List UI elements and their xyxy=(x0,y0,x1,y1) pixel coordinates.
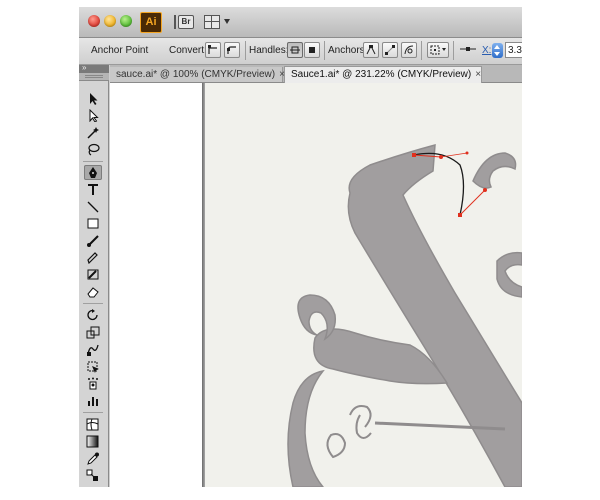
gradient-tool-icon[interactable] xyxy=(84,434,102,449)
sketch-artwork xyxy=(287,144,522,487)
tab-sauce1-ai[interactable]: Sauce1.ai* @ 231.22% (CMYK/Preview) × xyxy=(284,66,482,83)
tab-sauce-ai[interactable]: sauce.ai* @ 100% (CMYK/Preview) × xyxy=(110,67,285,82)
rectangle-tool-icon[interactable] xyxy=(84,216,102,231)
align-anchor-button[interactable] xyxy=(458,42,478,58)
x-coordinate-label: X: xyxy=(482,45,492,56)
inner-curl xyxy=(355,414,372,439)
connect-anchors-button[interactable] xyxy=(382,42,398,58)
app-logo: Ai xyxy=(140,12,162,33)
scale-tool-icon[interactable] xyxy=(84,325,102,340)
direction-handle xyxy=(483,188,487,192)
bottom-swirl xyxy=(349,405,372,428)
upper-curl xyxy=(472,152,517,189)
arrange-documents-button[interactable] xyxy=(204,13,236,30)
divider xyxy=(453,41,454,60)
toolpanel-header[interactable]: » xyxy=(79,63,109,73)
divider xyxy=(83,303,103,304)
anchors-label: Anchors: xyxy=(328,45,368,56)
convert-corner-icon xyxy=(208,45,217,54)
collapse-panel-icon[interactable]: » xyxy=(82,63,87,72)
lower-bowl xyxy=(287,369,325,487)
arrange-documents-icon xyxy=(204,15,220,29)
artwork-canvas[interactable] xyxy=(205,83,522,487)
document-canvas[interactable] xyxy=(110,83,522,487)
type-tool-icon[interactable] xyxy=(84,182,102,197)
anchor-point xyxy=(412,153,416,157)
hide-handles-icon xyxy=(309,47,315,53)
magic-wand-tool-icon[interactable] xyxy=(84,125,102,140)
free-transform-tool-icon[interactable] xyxy=(84,359,102,374)
hide-handles-button[interactable] xyxy=(304,42,320,58)
anchor-point xyxy=(458,213,462,217)
mesh-tool-icon[interactable] xyxy=(84,417,102,432)
pen-tool-icon[interactable] xyxy=(84,165,102,180)
eraser-tool-icon[interactable] xyxy=(84,284,102,299)
convert-smooth-icon xyxy=(227,46,236,54)
handles-label: Handles: xyxy=(249,45,289,56)
convert-to-corner-button[interactable] xyxy=(205,42,221,58)
line-segment-tool-icon[interactable] xyxy=(84,199,102,214)
close-icon[interactable]: × xyxy=(475,69,481,80)
paintbrush-tool-icon[interactable] xyxy=(84,233,102,248)
show-handles-icon xyxy=(290,46,300,54)
anchor-select-dropdown[interactable] xyxy=(427,42,449,58)
connect-anchors-icon xyxy=(385,45,395,55)
divider xyxy=(83,412,103,413)
tool-name-label: Anchor Point xyxy=(91,45,149,56)
symbol-sprayer-tool-icon[interactable] xyxy=(84,376,102,391)
remove-anchor-button[interactable] xyxy=(363,42,379,58)
cut-path-button[interactable] xyxy=(401,42,417,58)
ampersand-main-stroke xyxy=(347,144,522,487)
divider xyxy=(245,41,246,60)
illustrator-window: Ai Br Anchor Point Convert: Handles: Anc… xyxy=(79,7,522,487)
artboard[interactable] xyxy=(205,83,522,487)
rotate-tool-icon[interactable] xyxy=(84,308,102,323)
document-tab-bar: sauce.ai* @ 100% (CMYK/Preview) × Sauce1.… xyxy=(110,65,522,83)
bottom-swirl-2 xyxy=(326,433,347,459)
align-anchor-icon xyxy=(460,47,476,51)
x-coordinate-input[interactable]: 3.37 xyxy=(505,42,522,58)
title-bar: Ai Br xyxy=(79,7,522,38)
bridge-icon: Br xyxy=(178,15,194,29)
right-curl xyxy=(496,251,522,298)
tab-label: sauce.ai* @ 100% (CMYK/Preview) xyxy=(116,69,276,80)
convert-label: Convert: xyxy=(169,45,207,56)
chevron-down-icon xyxy=(224,19,230,24)
toolpanel-grip[interactable] xyxy=(79,73,109,81)
show-handles-button[interactable] xyxy=(287,42,303,58)
minimize-icon[interactable] xyxy=(104,15,116,27)
x-stepper-icon[interactable] xyxy=(492,43,503,58)
direct-selection-tool-icon[interactable] xyxy=(84,108,102,123)
close-icon[interactable] xyxy=(88,15,100,27)
divider xyxy=(324,41,325,60)
tab-label: Sauce1.ai* @ 231.22% (CMYK/Preview) xyxy=(291,69,472,80)
divider xyxy=(83,161,103,162)
eyedropper-tool-icon[interactable] xyxy=(84,451,102,466)
control-bar: Anchor Point Convert: Handles: Anchors: xyxy=(79,38,522,65)
tools-panel xyxy=(79,81,109,487)
anchor-select-icon xyxy=(430,45,446,55)
cut-path-icon xyxy=(404,45,414,55)
divider xyxy=(421,41,422,60)
blend-tool-icon[interactable] xyxy=(84,468,102,483)
pasteboard[interactable] xyxy=(110,83,202,487)
lasso-tool-icon[interactable] xyxy=(84,142,102,157)
selection-tool-icon[interactable] xyxy=(84,91,102,106)
zoom-icon[interactable] xyxy=(120,15,132,27)
warp-tool-icon[interactable] xyxy=(84,342,102,357)
remove-anchor-icon xyxy=(366,45,376,55)
bridge-button[interactable]: Br xyxy=(174,13,194,30)
blob-brush-tool-icon[interactable] xyxy=(84,267,102,282)
bridge-bar-icon xyxy=(174,15,176,29)
left-scroll xyxy=(297,294,337,341)
column-graph-tool-icon[interactable] xyxy=(84,393,102,408)
convert-to-smooth-button[interactable] xyxy=(224,42,240,58)
pencil-tool-icon[interactable] xyxy=(84,250,102,265)
